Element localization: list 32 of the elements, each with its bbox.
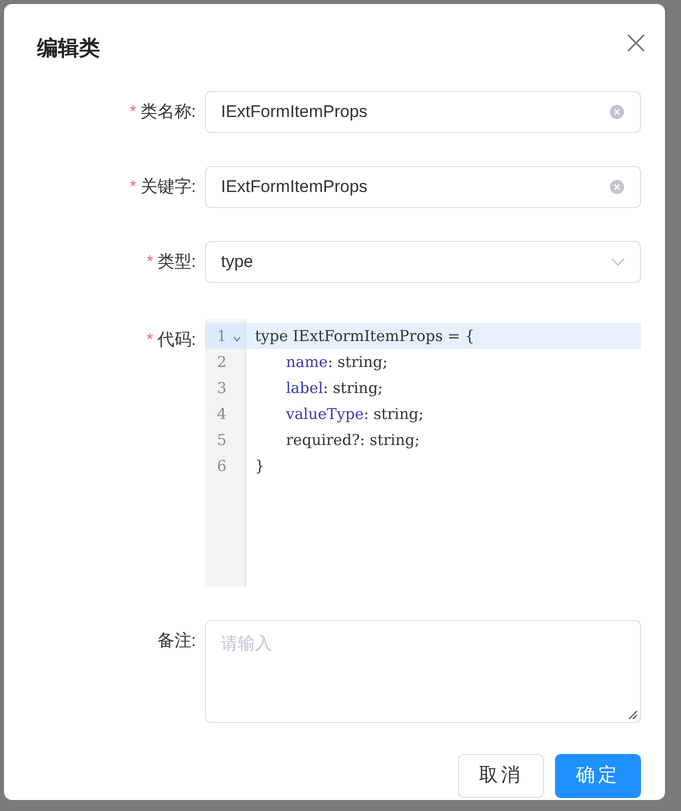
field-label: 备注: bbox=[157, 630, 196, 652]
text-field[interactable]: IExtFormItemProps bbox=[205, 91, 641, 133]
code-line: required?: string; bbox=[286, 430, 420, 451]
line-number: 4 bbox=[217, 404, 228, 425]
required-asterisk: * bbox=[146, 329, 154, 352]
code-line: name: string; bbox=[286, 352, 388, 373]
line-number: 5 bbox=[217, 430, 228, 451]
field-label: 类型: bbox=[157, 251, 196, 274]
line-number: 1 bbox=[217, 326, 228, 347]
fold-chevron-icon[interactable] bbox=[233, 336, 241, 342]
chevron-down-icon bbox=[611, 258, 625, 266]
placeholder-text: 请输入 bbox=[221, 634, 272, 653]
code-line: } bbox=[255, 456, 265, 477]
code-editor[interactable]: 1 2 3 4 5 6 type IExtFormItemProps = { name: string; label: string; valueType: string; required?: string; } bbox=[205, 319, 641, 587]
required-asterisk: * bbox=[146, 251, 154, 274]
line-number: 6 bbox=[217, 456, 228, 477]
field-label: 关键字: bbox=[140, 176, 196, 198]
dialog-title: 编辑类 bbox=[37, 36, 100, 62]
close-icon[interactable] bbox=[627, 34, 645, 52]
field-label: 类名称: bbox=[140, 101, 196, 124]
code-line: valueType: string; bbox=[286, 404, 424, 425]
line-number: 2 bbox=[217, 352, 228, 373]
select-field[interactable]: type bbox=[205, 241, 641, 283]
required-asterisk: * bbox=[130, 101, 136, 124]
line-number: 3 bbox=[217, 378, 228, 399]
resize-handle-icon[interactable] bbox=[628, 710, 638, 720]
code-line: type IExtFormItemProps = { bbox=[255, 326, 474, 347]
required-asterisk: * bbox=[130, 176, 136, 198]
text-field[interactable]: IExtFormItemProps bbox=[205, 166, 641, 208]
cancel-button[interactable]: 取消 bbox=[458, 754, 544, 798]
code-line: label: string; bbox=[286, 378, 383, 399]
field-label: 代码: bbox=[157, 329, 196, 352]
